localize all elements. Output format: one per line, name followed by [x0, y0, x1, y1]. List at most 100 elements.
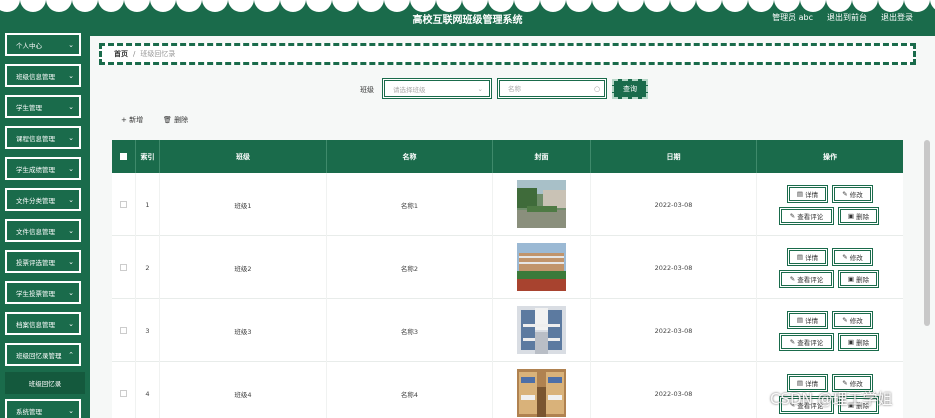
- edit-button-label: 修改: [849, 380, 863, 388]
- chevron-down-icon: ⌄: [68, 41, 74, 49]
- sidebar-item-label: 学生管理: [16, 103, 42, 112]
- chevron-down-icon: ⌄: [68, 134, 74, 142]
- cell-cover: [493, 362, 591, 418]
- edit-button-label: 修改: [849, 317, 863, 325]
- document-icon: ▤: [796, 316, 804, 324]
- sidebar-item-label: 班级信息管理: [16, 72, 55, 81]
- row-select-cell: [112, 299, 136, 362]
- column-header-date: 日期: [591, 140, 757, 173]
- sidebar-item-vote-selection[interactable]: 投票评选管理 ⌄: [5, 250, 81, 273]
- class-select[interactable]: 请选择班级 ⌄: [382, 78, 492, 99]
- document-icon: ▤: [796, 253, 804, 261]
- edit-icon: ✎: [789, 338, 796, 346]
- cover-image[interactable]: [517, 368, 566, 418]
- edit-button[interactable]: ✎ 修改: [832, 185, 873, 203]
- sidebar-item-student-grades[interactable]: 学生成绩管理 ⌄: [5, 157, 81, 180]
- view-comments-button[interactable]: ✎ 查看评论: [779, 207, 834, 225]
- delete-button[interactable]: ▣ 删除: [838, 270, 879, 288]
- cell-date: 2022-03-08: [591, 236, 757, 299]
- cell-actions: ▤ 详情 ✎ 修改 ✎ 查看评论 ▣ 删除: [757, 236, 903, 299]
- sidebar-item-class-memoir[interactable]: 班级回忆录管理 ⌃: [5, 343, 81, 366]
- cover-image[interactable]: [517, 305, 566, 356]
- cell-date: 2022-03-08: [591, 173, 757, 236]
- breadcrumb-home[interactable]: 首页: [114, 49, 128, 59]
- edit-icon: ✎: [842, 253, 848, 261]
- batch-delete-label: 删除: [174, 116, 189, 124]
- sidebar-item-student-votes[interactable]: 学生投票管理 ⌄: [5, 281, 81, 304]
- trash-icon: ▣: [847, 338, 855, 346]
- edit-button[interactable]: ✎ 修改: [832, 311, 873, 329]
- sidebar-item-label: 班级回忆录管理: [16, 351, 62, 360]
- row-checkbox[interactable]: [120, 327, 127, 334]
- cell-cover: [493, 173, 591, 236]
- sidebar-item-system[interactable]: 系统管理 ⌄: [5, 399, 81, 418]
- chevron-down-icon: ⌄: [477, 85, 483, 93]
- select-all-cell: [112, 140, 136, 173]
- page-scrollbar[interactable]: [924, 140, 930, 326]
- edit-button-label: 修改: [849, 254, 863, 262]
- breadcrumb-separator: /: [133, 50, 136, 58]
- cover-image[interactable]: [517, 179, 566, 230]
- row-checkbox[interactable]: [120, 390, 127, 397]
- breadcrumb-current: 班级回忆录: [140, 50, 176, 58]
- cell-cover: [493, 299, 591, 362]
- document-icon: ▤: [796, 379, 804, 387]
- row-select-cell: [112, 236, 136, 299]
- sidebar-item-students[interactable]: 学生管理 ⌄: [5, 95, 81, 118]
- chevron-down-icon: ⌄: [68, 320, 74, 328]
- detail-button[interactable]: ▤ 详情: [787, 185, 828, 203]
- row-checkbox[interactable]: [120, 264, 127, 271]
- exit-to-frontend-link[interactable]: 退出到前台: [827, 12, 867, 23]
- sidebar-item-file-info[interactable]: 文件信息管理 ⌄: [5, 219, 81, 242]
- view-comments-button[interactable]: ✎ 查看评论: [779, 333, 834, 351]
- view-comments-button-label: 查看评论: [797, 339, 824, 347]
- document-icon: ▤: [796, 190, 804, 198]
- sidebar-subitem-class-memoir[interactable]: 班级回忆录: [5, 372, 85, 394]
- chevron-down-icon: ⌄: [68, 103, 74, 111]
- column-header-actions: 操作: [823, 152, 837, 161]
- view-comments-button-label: 查看评论: [797, 213, 824, 221]
- row-checkbox[interactable]: [120, 201, 127, 208]
- query-button[interactable]: 查询: [612, 79, 648, 99]
- chevron-down-icon: ⌄: [68, 196, 74, 204]
- cell-cover: [493, 236, 591, 299]
- memoir-table: 索引 班级 名称 封面 日期 操作 1 班级1 名称1 2022-03-08 ▤ 详情 ✎…: [112, 140, 903, 418]
- sidebar-item-class-info[interactable]: 班级信息管理 ⌄: [5, 64, 81, 87]
- chevron-down-icon: ⌄: [68, 258, 74, 266]
- sidebar-item-label: 学生投票管理: [16, 289, 55, 298]
- cell-actions: ▤ 详情 ✎ 修改 ✎ 查看评论 ▣ 删除: [757, 299, 903, 362]
- header-user-actions: 管理员 abc 退出到前台 退出登录: [772, 12, 913, 23]
- name-search-input[interactable]: [497, 78, 607, 99]
- sidebar-item-archive-info[interactable]: 档案信息管理 ⌄: [5, 312, 81, 335]
- sidebar-item-label: 档案信息管理: [16, 320, 55, 329]
- delete-button-label: 删除: [856, 339, 870, 347]
- edit-icon: ✎: [842, 190, 848, 198]
- column-header-class: 班级: [160, 140, 327, 173]
- select-all-checkbox[interactable]: [120, 153, 127, 160]
- table-row: 3 班级3 名称3 2022-03-08 ▤ 详情 ✎ 修改 ✎ 查看评论 ▣ 删除: [112, 299, 903, 362]
- batch-delete-button[interactable]: 🗑 删除: [163, 115, 188, 125]
- trash-icon: ▣: [847, 275, 855, 283]
- cell-index: 1: [136, 173, 160, 236]
- top-header: 高校互联网班级管理系统 管理员 abc 退出到前台 退出登录: [0, 0, 935, 36]
- logout-link[interactable]: 退出登录: [881, 12, 913, 23]
- column-header-index: 索引: [136, 140, 160, 173]
- view-comments-button[interactable]: ✎ 查看评论: [779, 270, 834, 288]
- delete-button[interactable]: ▣ 删除: [838, 207, 879, 225]
- cell-name: 名称4: [327, 362, 493, 418]
- sidebar-item-course-info[interactable]: 课程信息管理 ⌄: [5, 126, 81, 149]
- add-button[interactable]: + 新增: [121, 115, 143, 125]
- delete-button[interactable]: ▣ 删除: [838, 333, 879, 351]
- column-header-cover: 封面: [493, 140, 591, 173]
- cover-image[interactable]: [517, 242, 566, 293]
- edit-button[interactable]: ✎ 修改: [832, 248, 873, 266]
- cell-class: 班级3: [160, 299, 327, 362]
- sidebar-item-file-category[interactable]: 文件分类管理 ⌄: [5, 188, 81, 211]
- table-row: 2 班级2 名称2 2022-03-08 ▤ 详情 ✎ 修改 ✎ 查看评论 ▣ 删除: [112, 236, 903, 299]
- detail-button[interactable]: ▤ 详情: [787, 311, 828, 329]
- cell-name: 名称1: [327, 173, 493, 236]
- sidebar-item-personal-center[interactable]: 个人中心 ⌄: [5, 33, 81, 56]
- detail-button[interactable]: ▤ 详情: [787, 248, 828, 266]
- view-comments-button-label: 查看评论: [797, 276, 824, 284]
- breadcrumb: 首页 / 班级回忆录: [99, 43, 916, 65]
